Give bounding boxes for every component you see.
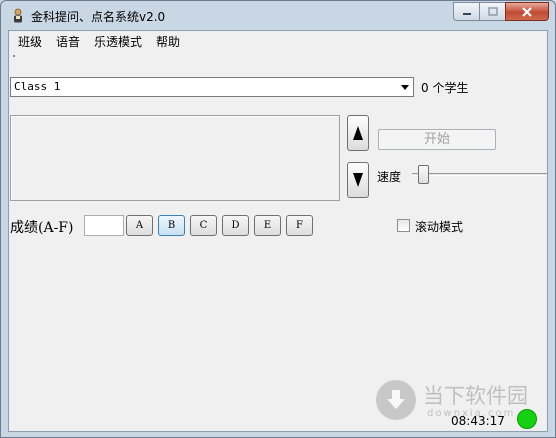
class-select-value: Class 1 (14, 80, 61, 93)
move-down-button[interactable] (347, 162, 369, 198)
download-icon (376, 380, 416, 420)
grade-button-c[interactable]: C (190, 215, 217, 236)
close-icon (522, 6, 532, 17)
grade-button-d[interactable]: D (222, 215, 249, 236)
maximize-button[interactable] (479, 2, 505, 21)
close-button[interactable] (505, 2, 549, 21)
grade-label: 成绩(A-F) (10, 220, 74, 236)
start-button[interactable]: 开始 (378, 129, 496, 150)
student-count: 0 个学生 (421, 81, 469, 95)
window-controls (453, 2, 549, 21)
status-light-icon (517, 409, 537, 429)
menu-help[interactable]: 帮助 (149, 31, 187, 53)
move-up-button[interactable] (347, 115, 369, 151)
menu-bar: 班级 语音 乐透模式 帮助 (9, 31, 547, 53)
client-area: 班级 语音 乐透模式 帮助 Class 1 0 个学生 开始 速度 成绩(A-F… (8, 30, 548, 432)
menu-class[interactable]: 班级 (11, 31, 49, 53)
window-title: 金科提问、点名系统v2.0 (31, 10, 166, 24)
minimize-icon (462, 12, 471, 15)
minimize-button[interactable] (453, 2, 479, 21)
person-icon (14, 8, 22, 23)
clock-time: 08:43:17 (451, 414, 505, 428)
arrow-down-icon (353, 173, 363, 187)
app-window: 金科提问、点名系统v2.0 班级 语音 乐透模式 帮助 Class 1 0 个学… (0, 0, 556, 438)
speed-label: 速度 (377, 170, 402, 184)
grade-button-f[interactable]: F (286, 215, 313, 236)
menu-lottery-mode[interactable]: 乐透模式 (87, 31, 149, 53)
watermark-text: 当下软件园 (423, 384, 528, 408)
speed-slider-thumb[interactable] (418, 165, 429, 184)
maximize-icon (487, 7, 498, 16)
grade-button-a[interactable]: A (126, 215, 153, 236)
scroll-mode-checkbox[interactable] (397, 219, 410, 232)
scroll-mode-label: 滚动模式 (415, 220, 464, 234)
class-select[interactable]: Class 1 (10, 77, 414, 97)
toolbar-strip (9, 53, 547, 63)
name-display-box (10, 115, 340, 201)
grade-button-e[interactable]: E (254, 215, 281, 236)
grade-input[interactable] (84, 215, 124, 236)
arrow-up-icon (353, 126, 363, 140)
chevron-down-icon (399, 81, 411, 93)
title-bar[interactable]: 金科提问、点名系统v2.0 (1, 1, 555, 31)
menu-voice[interactable]: 语音 (49, 31, 87, 53)
grade-button-b[interactable]: B (158, 215, 185, 236)
speed-slider-track[interactable] (412, 173, 547, 176)
